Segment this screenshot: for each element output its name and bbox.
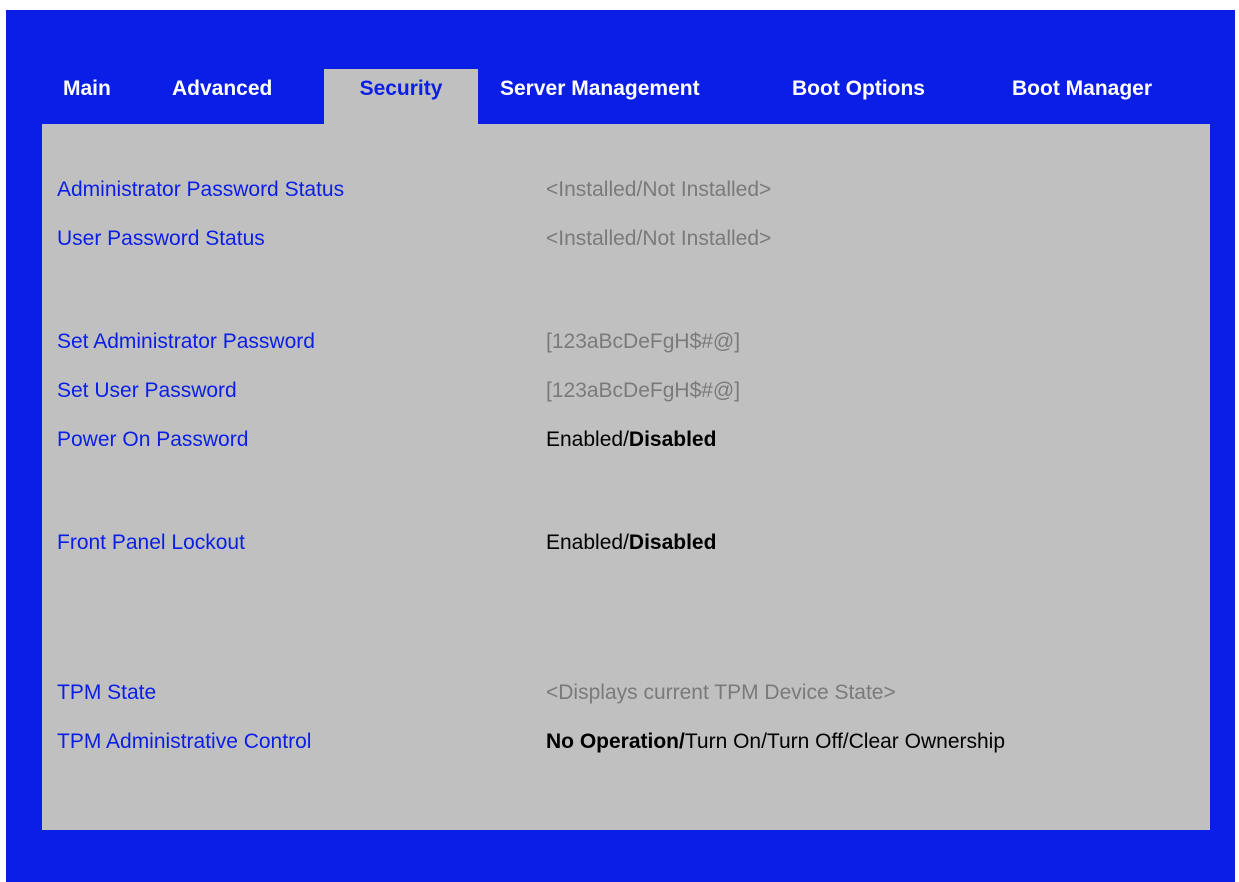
power-on-password-row[interactable]: Power On Password Enabled/Disabled [42, 428, 1210, 458]
bios-screen: Main Advanced Security Server Management… [6, 10, 1235, 882]
set-user-password-value: [123aBcDeFgH$#@] [546, 379, 741, 402]
tpm-admin-control-label[interactable]: TPM Administrative Control [57, 730, 311, 754]
front-panel-lockout-option-enabled: Enabled/ [546, 531, 629, 554]
tpm-admin-control-row[interactable]: TPM Administrative Control No Operation/… [42, 730, 1210, 760]
tpm-admin-control-option-no-operation: No Operation/ [546, 730, 685, 753]
set-admin-password-label[interactable]: Set Administrator Password [57, 330, 315, 354]
tpm-state-row: TPM State <Displays current TPM Device S… [42, 681, 1210, 711]
user-password-status-value: <Installed/Not Installed> [546, 227, 772, 250]
set-admin-password-value: [123aBcDeFgH$#@] [546, 330, 741, 353]
front-panel-lockout-option-disabled: Disabled [628, 531, 717, 554]
admin-password-status-label: Administrator Password Status [57, 178, 345, 201]
set-user-password-label[interactable]: Set User Password [57, 379, 237, 403]
tpm-state-label: TPM State [57, 681, 157, 704]
tab-boot-manager[interactable]: Boot Manager [1012, 69, 1152, 124]
admin-password-status-row: Administrator Password Status <Installed… [42, 178, 1210, 208]
tpm-state-value: <Displays current TPM Device State> [546, 681, 896, 704]
power-on-password-option-disabled: Disabled [628, 428, 717, 451]
tpm-admin-control-value[interactable]: No Operation/Turn On/Turn Off/Clear Owne… [546, 730, 1005, 754]
front-panel-lockout-row[interactable]: Front Panel Lockout Enabled/Disabled [42, 531, 1210, 561]
user-password-status-row: User Password Status <Installed/Not Inst… [42, 227, 1210, 257]
power-on-password-option-enabled: Enabled/ [546, 428, 629, 451]
front-panel-lockout-value[interactable]: Enabled/Disabled [546, 531, 716, 555]
tab-main[interactable]: Main [63, 69, 111, 124]
power-on-password-label[interactable]: Power On Password [57, 428, 248, 452]
security-settings-panel: Administrator Password Status <Installed… [42, 124, 1210, 830]
set-user-password-row[interactable]: Set User Password [123aBcDeFgH$#@] [42, 379, 1210, 409]
tab-advanced[interactable]: Advanced [172, 69, 272, 124]
front-panel-lockout-label[interactable]: Front Panel Lockout [57, 531, 245, 555]
tab-boot-options[interactable]: Boot Options [792, 69, 925, 124]
tab-bar: Main Advanced Security Server Management… [6, 69, 1235, 124]
admin-password-status-value: <Installed/Not Installed> [546, 178, 772, 201]
power-on-password-value[interactable]: Enabled/Disabled [546, 428, 716, 452]
set-admin-password-row[interactable]: Set Administrator Password [123aBcDeFgH$… [42, 330, 1210, 360]
tab-server-management[interactable]: Server Management [500, 69, 700, 124]
user-password-status-label: User Password Status [57, 227, 265, 250]
tpm-admin-control-options: Turn On/Turn Off/Clear Ownership [684, 730, 1006, 753]
tab-security[interactable]: Security [324, 69, 478, 124]
